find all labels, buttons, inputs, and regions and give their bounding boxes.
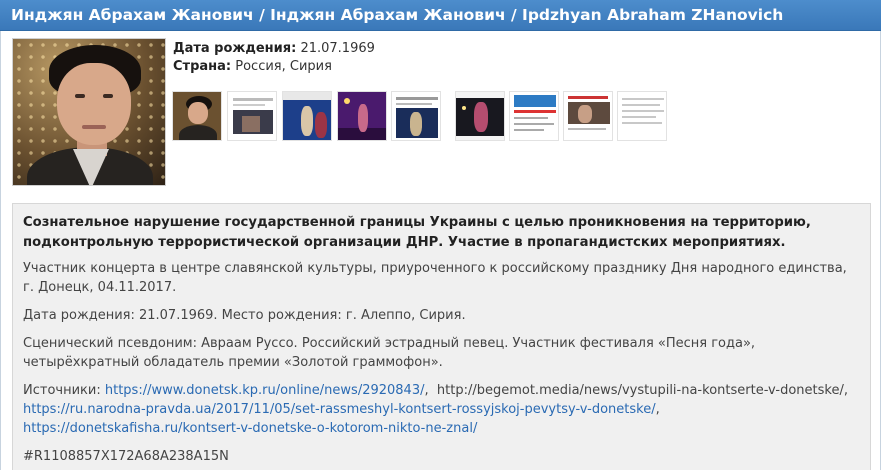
gallery-thumbnail[interactable] [172,91,222,141]
record-code: #R1108857X172A68A238A15N [23,449,229,464]
page-header: Инджян Абрахам Жанович / Інджян Абрахам … [0,0,881,31]
person-card: Дата рождения: 21.07.1969 Страна: Россия… [0,31,881,470]
source-link[interactable]: https://ru.narodna-pravda.ua/2017/11/05/… [23,402,656,417]
description-paragraph: Сценический псевдоним: Авраам Руссо. Рос… [23,336,756,370]
source-link[interactable]: https://donetskafisha.ru/kontsert-v-done… [23,421,477,436]
photo-mouth [82,125,106,129]
violation-summary: Сознательное нарушение государственной г… [23,215,811,250]
source-text: http://begemot.media/news/vystupili-na-k… [436,383,844,398]
birth-date-value: 21.07.1969 [300,41,375,56]
gallery-thumbnail[interactable] [391,91,441,141]
profile-meta: Дата рождения: 21.07.1969 Страна: Россия… [173,40,375,76]
gallery-thumbnail[interactable] [455,91,505,141]
description-panel: Сознательное нарушение государственной г… [12,203,871,470]
gallery-thumbnail[interactable] [282,91,332,141]
photo-eye-left [75,94,85,98]
gallery-thumbnail[interactable] [509,91,559,141]
gallery-thumbnail[interactable] [337,91,387,141]
description-paragraph: Дата рождения: 21.07.1969. Место рождени… [23,308,466,323]
gallery-thumbnail[interactable] [617,91,667,141]
birth-date-label: Дата рождения: [173,41,297,56]
sources-paragraph: Источники: https://www.donetsk.kp.ru/onl… [23,383,848,436]
country-label: Страна: [173,59,232,74]
gallery-thumbnail[interactable] [563,91,613,141]
country-value: Россия, Сирия [235,59,332,74]
person-photo[interactable] [12,38,166,186]
country-row: Страна: Россия, Сирия [173,58,375,76]
sources-label: Источники: [23,383,101,398]
page-title: Инджян Абрахам Жанович / Інджян Абрахам … [11,6,784,24]
gallery-thumbnail[interactable] [227,91,277,141]
description-paragraph: Участник концерта в центре славянской ку… [23,261,847,295]
photo-face [57,63,131,145]
source-link[interactable]: https://www.donetsk.kp.ru/online/news/29… [105,383,425,398]
birth-date-row: Дата рождения: 21.07.1969 [173,40,375,58]
photo-eye-right [103,94,113,98]
